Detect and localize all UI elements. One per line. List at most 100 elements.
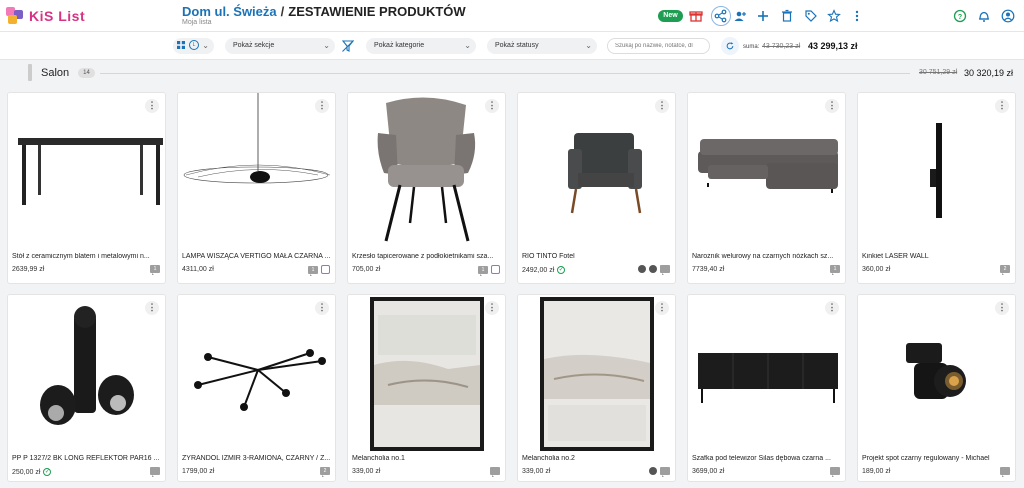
comment-icon[interactable] (490, 467, 500, 477)
grid-icon (177, 41, 185, 50)
more-options-icon[interactable]: ⋮ (655, 301, 669, 315)
more-options-icon[interactable]: ⋮ (145, 99, 159, 113)
user-avatar-icon[interactable] (649, 265, 657, 273)
product-card[interactable]: ⋮ Krzesło tapicerowane z podłokietnikami … (347, 92, 506, 284)
list-name[interactable]: Moja lista (182, 19, 212, 26)
status-check-icon: ✓ (43, 468, 52, 476)
help-icon[interactable]: ? (951, 7, 969, 25)
more-options-icon[interactable]: ⋮ (995, 99, 1009, 113)
chevron-down-icon: ⌄ (464, 41, 471, 50)
section-select[interactable]: Pokaż sekcje ⌄ (225, 38, 335, 54)
comment-icon[interactable] (1000, 467, 1010, 477)
more-options-icon[interactable]: ⋮ (485, 99, 499, 113)
view-toggle[interactable]: L ⌄ (173, 38, 214, 54)
product-image[interactable] (178, 295, 335, 451)
comment-icon[interactable] (830, 467, 840, 477)
product-name[interactable]: Stół z ceramicznym blatem i metalowymi n… (12, 253, 162, 260)
comment-icon[interactable] (660, 265, 670, 275)
tag-icon[interactable] (802, 7, 820, 25)
product-name[interactable]: Narożnik welurowy na czarnych nóżkach sz… (692, 253, 842, 260)
comment-icon[interactable]: 2 (320, 467, 330, 477)
more-options-icon[interactable]: ⋮ (315, 301, 329, 315)
comment-icon[interactable]: 1 (308, 265, 318, 276)
sum-old: 43 730,23 zł (762, 43, 801, 50)
section-divider (100, 73, 910, 74)
comment-icon[interactable]: 1 (150, 265, 160, 275)
product-image[interactable] (688, 93, 845, 249)
more-options-icon[interactable]: ⋮ (825, 301, 839, 315)
product-card[interactable]: ⋮ LAMPA WISZĄCA VERTIGO MAŁA CZARNA ... 43… (177, 92, 336, 284)
product-name[interactable]: Szafka pod telewizor Silas dębowa czarna… (692, 455, 842, 462)
more-options-icon[interactable]: ⋮ (145, 301, 159, 315)
product-image[interactable] (518, 295, 675, 451)
product-image[interactable] (688, 295, 845, 451)
product-name[interactable]: Krzesło tapicerowane z podłokietnikami s… (352, 253, 502, 260)
comment-icon[interactable] (150, 467, 160, 477)
product-image[interactable] (348, 295, 505, 451)
app-logo[interactable]: KiS List (6, 7, 85, 25)
note-icon[interactable] (491, 265, 500, 274)
more-options-icon[interactable]: ⋮ (825, 99, 839, 113)
product-name[interactable]: Kinkiet LASER WALL (862, 253, 1012, 260)
more-icon[interactable] (848, 7, 866, 25)
plus-icon[interactable] (754, 7, 772, 25)
category-select[interactable]: Pokaż kategorie ⌄ (366, 38, 476, 54)
product-image[interactable] (8, 295, 165, 451)
product-card[interactable]: ⋮ Narożnik welurowy na czarnych nóżkach s… (687, 92, 846, 284)
trash-icon[interactable] (778, 7, 796, 25)
product-image[interactable] (518, 93, 675, 249)
product-name[interactable]: ŻYRANDOL IZMIR 3-RAMIONA, CZARNY / Z... (182, 455, 332, 462)
search-input[interactable] (607, 38, 710, 54)
product-image[interactable] (178, 93, 335, 249)
product-price: 2492,00 zł ✓ (522, 266, 566, 274)
more-options-icon[interactable]: ⋮ (485, 301, 499, 315)
more-options-icon[interactable]: ⋮ (315, 99, 329, 113)
product-name[interactable]: RIO TINTO Fotel (522, 253, 672, 260)
product-card[interactable]: ⋮ Melancholia no.2 339,00 zł (517, 294, 676, 482)
note-icon[interactable] (321, 265, 330, 274)
product-card[interactable]: ⋮ Szafka pod telewizor Silas dębowa czarn… (687, 294, 846, 482)
section-title[interactable]: Salon (41, 67, 69, 79)
chevron-down-icon: ⌄ (323, 41, 330, 50)
breadcrumb-project[interactable]: Dom ul. Świeża (182, 4, 277, 19)
bell-icon[interactable] (975, 7, 993, 25)
product-card[interactable]: ⋮ RIO TINTO Fotel 2492,00 zł ✓ (517, 92, 676, 284)
product-card[interactable]: ⋮ Stół z ceramicznym blatem i metalowymi … (7, 92, 166, 284)
product-name[interactable]: LAMPA WISZĄCA VERTIGO MAŁA CZARNA ... (182, 253, 332, 260)
star-icon[interactable] (825, 7, 843, 25)
chevron-down-icon: ⌄ (585, 41, 592, 50)
share-icon[interactable] (711, 6, 731, 26)
account-icon[interactable] (999, 7, 1017, 25)
product-action-icons (638, 265, 670, 275)
comment-icon[interactable]: 1 (478, 265, 488, 276)
product-card[interactable]: ⋮ Melancholia no.1 339,00 zł (347, 294, 506, 482)
user-avatar-icon[interactable] (638, 265, 646, 273)
svg-text:?: ? (958, 14, 962, 21)
filter-off-icon[interactable] (339, 37, 357, 55)
product-image[interactable] (348, 93, 505, 249)
comment-icon[interactable] (660, 467, 670, 477)
product-image[interactable] (858, 295, 1015, 451)
comment-icon[interactable]: 2 (1000, 265, 1010, 275)
user-avatar-icon[interactable] (649, 467, 657, 475)
product-price: 250,00 zł ✓ (12, 468, 52, 476)
product-card[interactable]: ⋮ PP P 1327/2 BK LONG REFLEKTOR PAR16 ...… (7, 294, 166, 482)
product-name[interactable]: PP P 1327/2 BK LONG REFLEKTOR PAR16 ... (12, 455, 162, 462)
more-options-icon[interactable]: ⋮ (655, 99, 669, 113)
product-name[interactable]: Projekt spot czarny regulowany - Michael (862, 455, 1012, 462)
product-name[interactable]: Melancholia no.1 (352, 455, 502, 462)
more-options-icon[interactable]: ⋮ (995, 301, 1009, 315)
add-user-icon[interactable] (731, 7, 749, 25)
product-card[interactable]: ⋮ ŻYRANDOL IZMIR 3-RAMIONA, CZARNY / Z...… (177, 294, 336, 482)
comment-icon[interactable]: 1 (830, 265, 840, 275)
product-card[interactable]: ⋮ Kinkiet LASER WALL 360,00 zł 2 (857, 92, 1016, 284)
section-count-badge: 14 (78, 68, 95, 78)
product-card[interactable]: ⋮ Projekt spot czarny regulowany - Michae… (857, 294, 1016, 482)
refresh-icon[interactable] (721, 37, 739, 55)
gift-icon[interactable] (687, 7, 705, 25)
product-image[interactable] (8, 93, 165, 249)
status-select[interactable]: Pokaż statusy ⌄ (487, 38, 597, 54)
section-drag-handle[interactable] (28, 64, 32, 81)
product-image[interactable] (858, 93, 1015, 249)
product-name[interactable]: Melancholia no.2 (522, 455, 672, 462)
